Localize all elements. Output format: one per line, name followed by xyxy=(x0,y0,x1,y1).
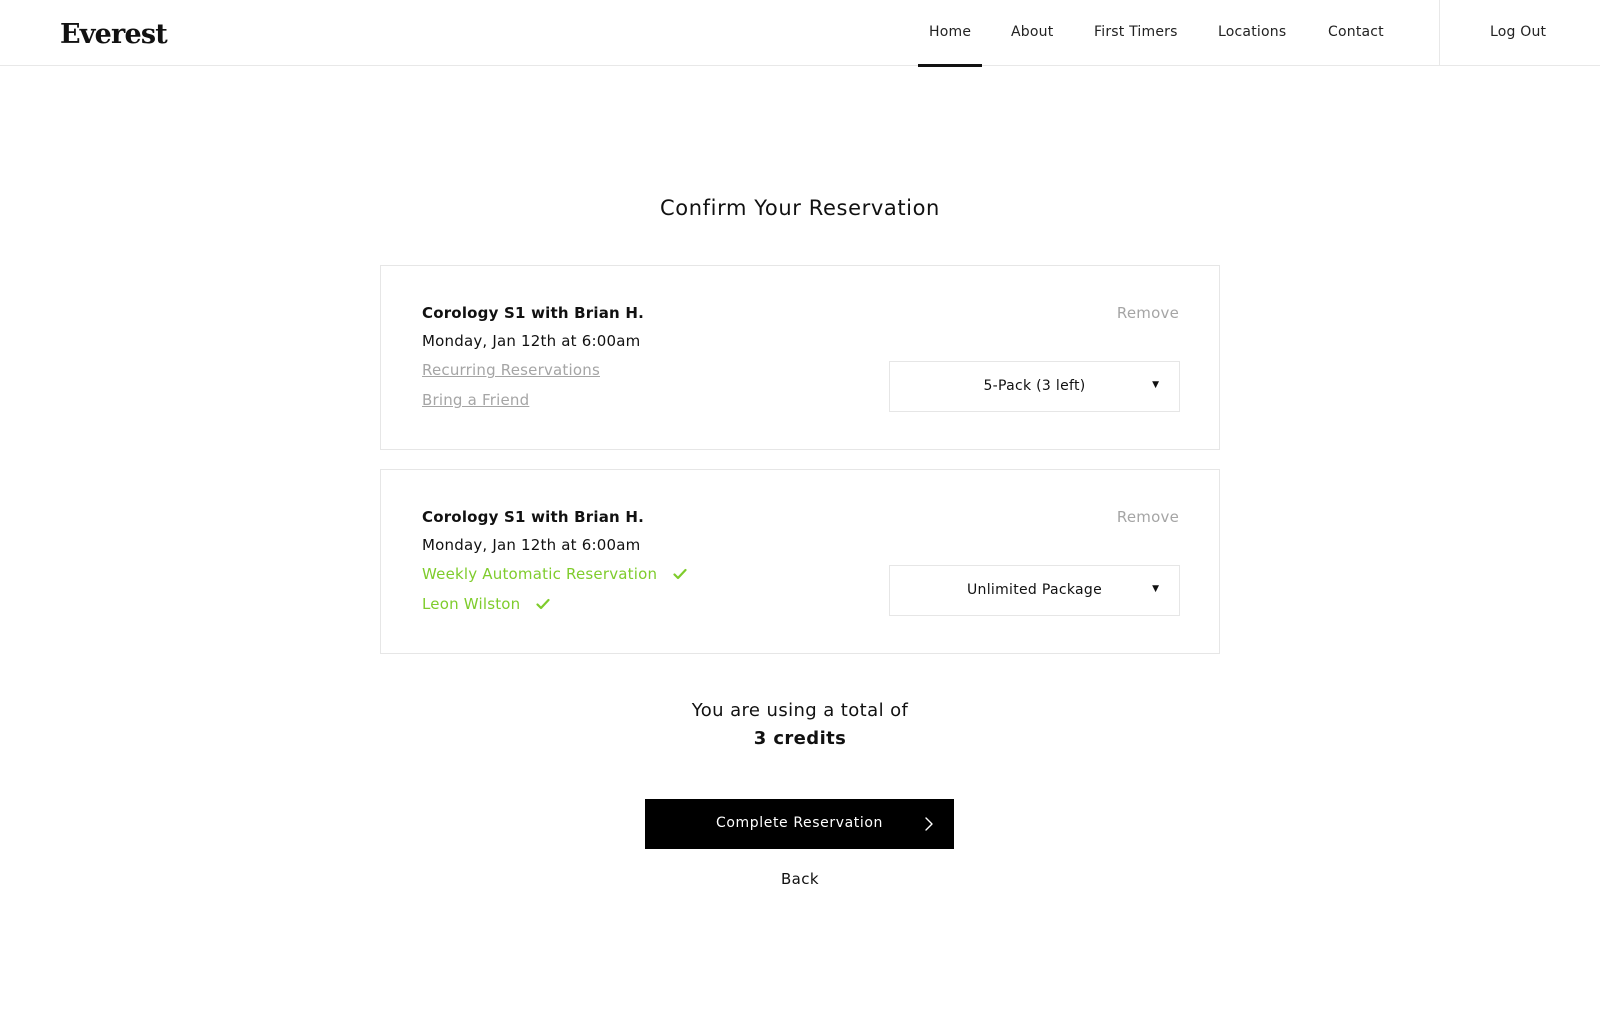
remove-button[interactable]: Remove xyxy=(1117,304,1179,322)
nav-contact[interactable]: Contact xyxy=(1328,0,1384,66)
top-navigation-bar: Everest Home About First Timers Location… xyxy=(0,0,1600,67)
nav-about[interactable]: About xyxy=(1011,0,1053,66)
check-icon xyxy=(673,568,687,580)
logout-link[interactable]: Log Out xyxy=(1490,0,1546,66)
complete-reservation-label: Complete Reservation xyxy=(716,815,883,831)
everest-logo[interactable]: Everest xyxy=(60,19,168,51)
guest-friend-name: Leon Wilston xyxy=(422,595,521,613)
package-select[interactable]: 5-Pack (3 left) ▼ xyxy=(889,361,1180,412)
weekly-automatic-reservation-label: Weekly Automatic Reservation xyxy=(422,565,658,583)
remove-button[interactable]: Remove xyxy=(1117,508,1179,526)
class-datetime: Monday, Jan 12th at 6:00am xyxy=(422,332,641,350)
back-link-row: Back xyxy=(0,870,1600,888)
bring-a-friend-link[interactable]: Bring a Friend xyxy=(422,391,529,409)
recurring-reservations-link[interactable]: Recurring Reservations xyxy=(422,361,600,379)
complete-reservation-button[interactable]: Complete Reservation xyxy=(645,799,954,849)
package-select-value: 5-Pack (3 left) xyxy=(983,378,1086,394)
class-name: Corology S1 with Brian H. xyxy=(422,508,644,526)
nav-divider xyxy=(1439,0,1440,66)
credit-total: 3 credits xyxy=(753,728,847,749)
nav-first-timers[interactable]: First Timers xyxy=(1094,0,1178,66)
check-icon xyxy=(536,598,551,610)
reservation-card: Corology S1 with Brian H. Monday, Jan 12… xyxy=(380,469,1220,654)
back-link[interactable]: Back xyxy=(781,870,819,888)
weekly-automatic-reservation-toggle[interactable]: Weekly Automatic Reservation xyxy=(422,565,687,583)
guest-friend-toggle[interactable]: Leon Wilston xyxy=(422,595,551,613)
chevron-right-icon xyxy=(925,817,933,831)
caret-down-icon: ▼ xyxy=(1152,380,1159,390)
nav-locations[interactable]: Locations xyxy=(1218,0,1286,66)
class-name: Corology S1 with Brian H. xyxy=(422,304,644,322)
nav-home[interactable]: Home xyxy=(917,0,983,67)
caret-down-icon: ▼ xyxy=(1152,584,1159,594)
page-title: Confirm Your Reservation xyxy=(660,196,940,220)
credit-summary-text: You are using a total of xyxy=(691,700,909,721)
class-datetime: Monday, Jan 12th at 6:00am xyxy=(422,536,641,554)
package-select[interactable]: Unlimited Package ▼ xyxy=(889,565,1180,616)
package-select-value: Unlimited Package xyxy=(967,582,1102,598)
reservation-card: Corology S1 with Brian H. Monday, Jan 12… xyxy=(380,265,1220,450)
